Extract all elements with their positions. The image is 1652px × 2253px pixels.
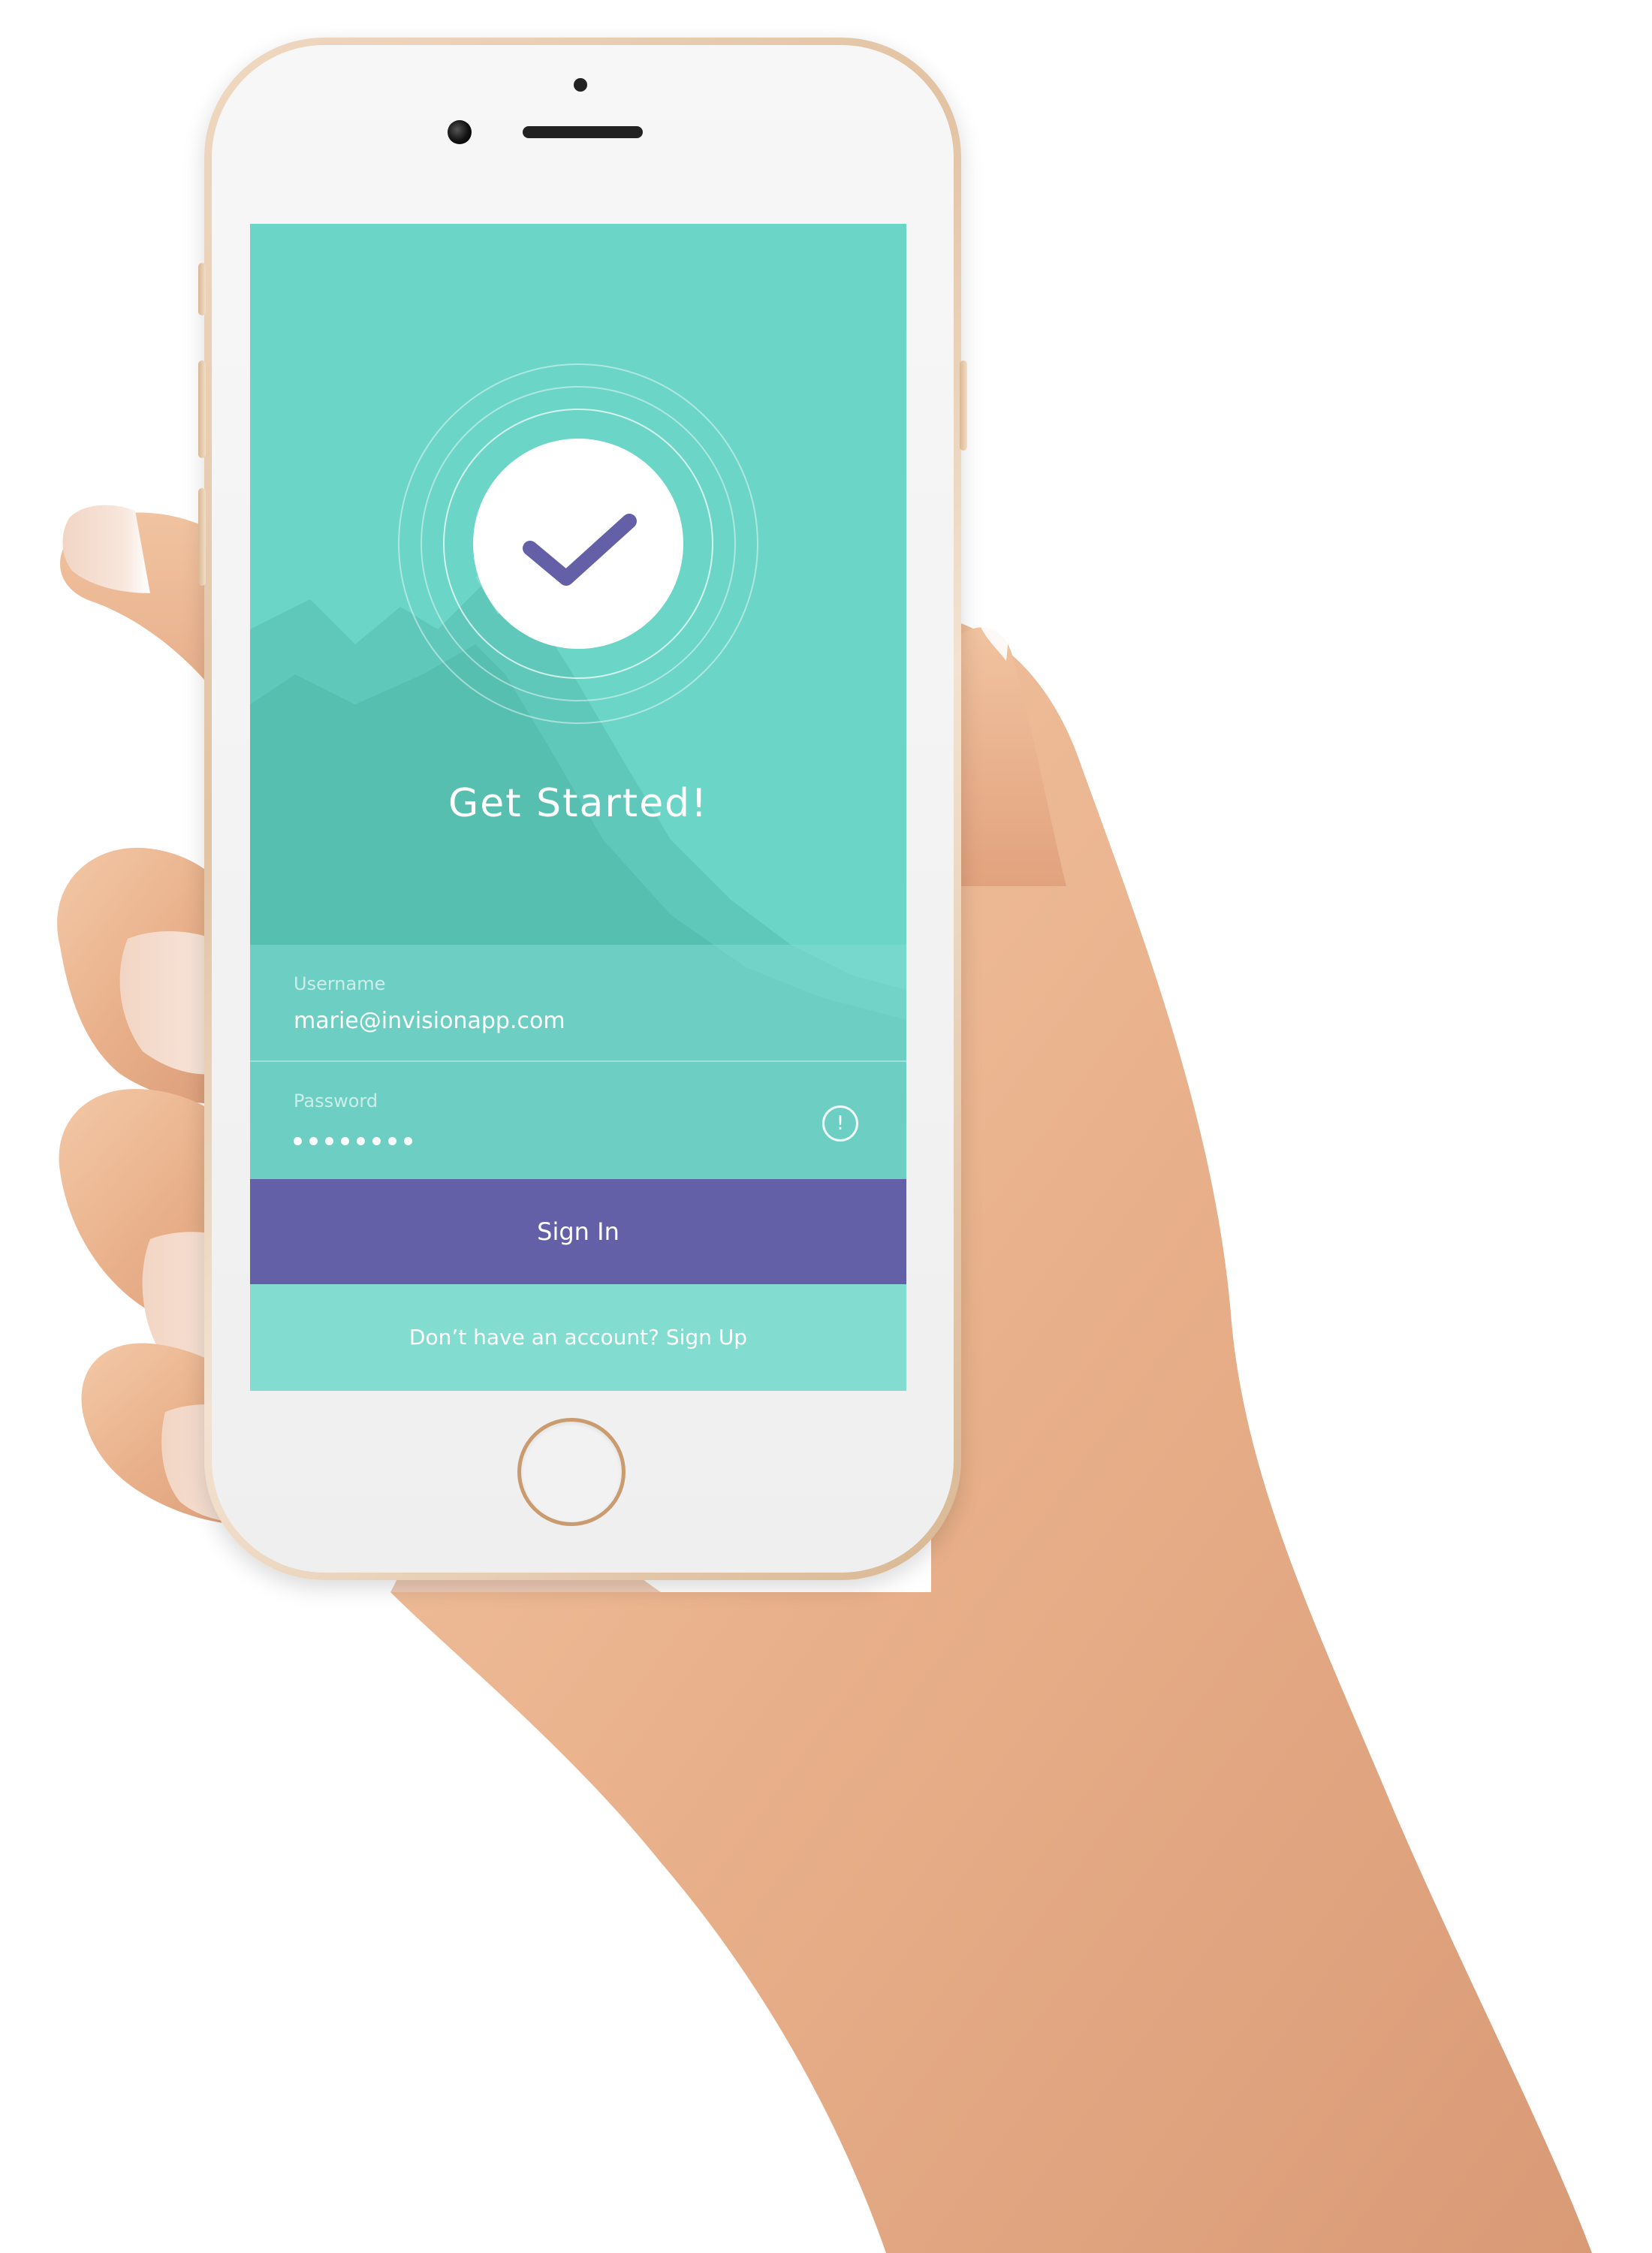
power-button — [960, 360, 967, 451]
signup-prompt-text: Don’t have an account? — [408, 1325, 666, 1350]
signup-prompt-bar: Don’t have an account? Sign Up — [250, 1284, 906, 1391]
password-mask-dot — [388, 1137, 396, 1145]
sign-in-button[interactable]: Sign In — [250, 1179, 906, 1284]
username-field[interactable]: Username marie@invisionapp.com — [250, 945, 906, 1062]
password-mask-dot — [404, 1137, 412, 1145]
password-mask-dot — [294, 1137, 302, 1145]
username-label: Username — [294, 973, 386, 994]
sign-up-link[interactable]: Sign Up — [666, 1325, 747, 1350]
volume-up-button — [198, 360, 206, 458]
login-form: Username marie@invisionapp.com Password … — [250, 945, 906, 1179]
alert-circle-icon[interactable]: ! — [822, 1105, 858, 1142]
checkmark-circle — [473, 439, 683, 649]
password-mask-dot — [372, 1137, 381, 1145]
scene: Get Started! Username marie@invisionapp.… — [0, 0, 1652, 2253]
home-button[interactable] — [517, 1418, 626, 1526]
password-field[interactable]: Password ! — [250, 1062, 906, 1179]
password-mask-dot — [325, 1137, 333, 1145]
success-badge — [398, 363, 758, 724]
password-mask-dot — [309, 1137, 318, 1145]
password-mask-dot — [341, 1137, 349, 1145]
front-camera — [448, 120, 472, 144]
username-input[interactable]: marie@invisionapp.com — [294, 1008, 565, 1034]
volume-down-button — [198, 488, 206, 586]
password-label: Password — [294, 1090, 378, 1111]
mute-switch — [198, 263, 206, 315]
proximity-sensor — [574, 78, 587, 92]
earpiece-speaker — [523, 126, 643, 138]
login-screen: Get Started! Username marie@invisionapp.… — [250, 224, 906, 1391]
checkmark-icon — [523, 514, 637, 586]
password-input[interactable] — [294, 1137, 412, 1148]
headline: Get Started! — [448, 781, 709, 826]
password-mask-dot — [357, 1137, 365, 1145]
